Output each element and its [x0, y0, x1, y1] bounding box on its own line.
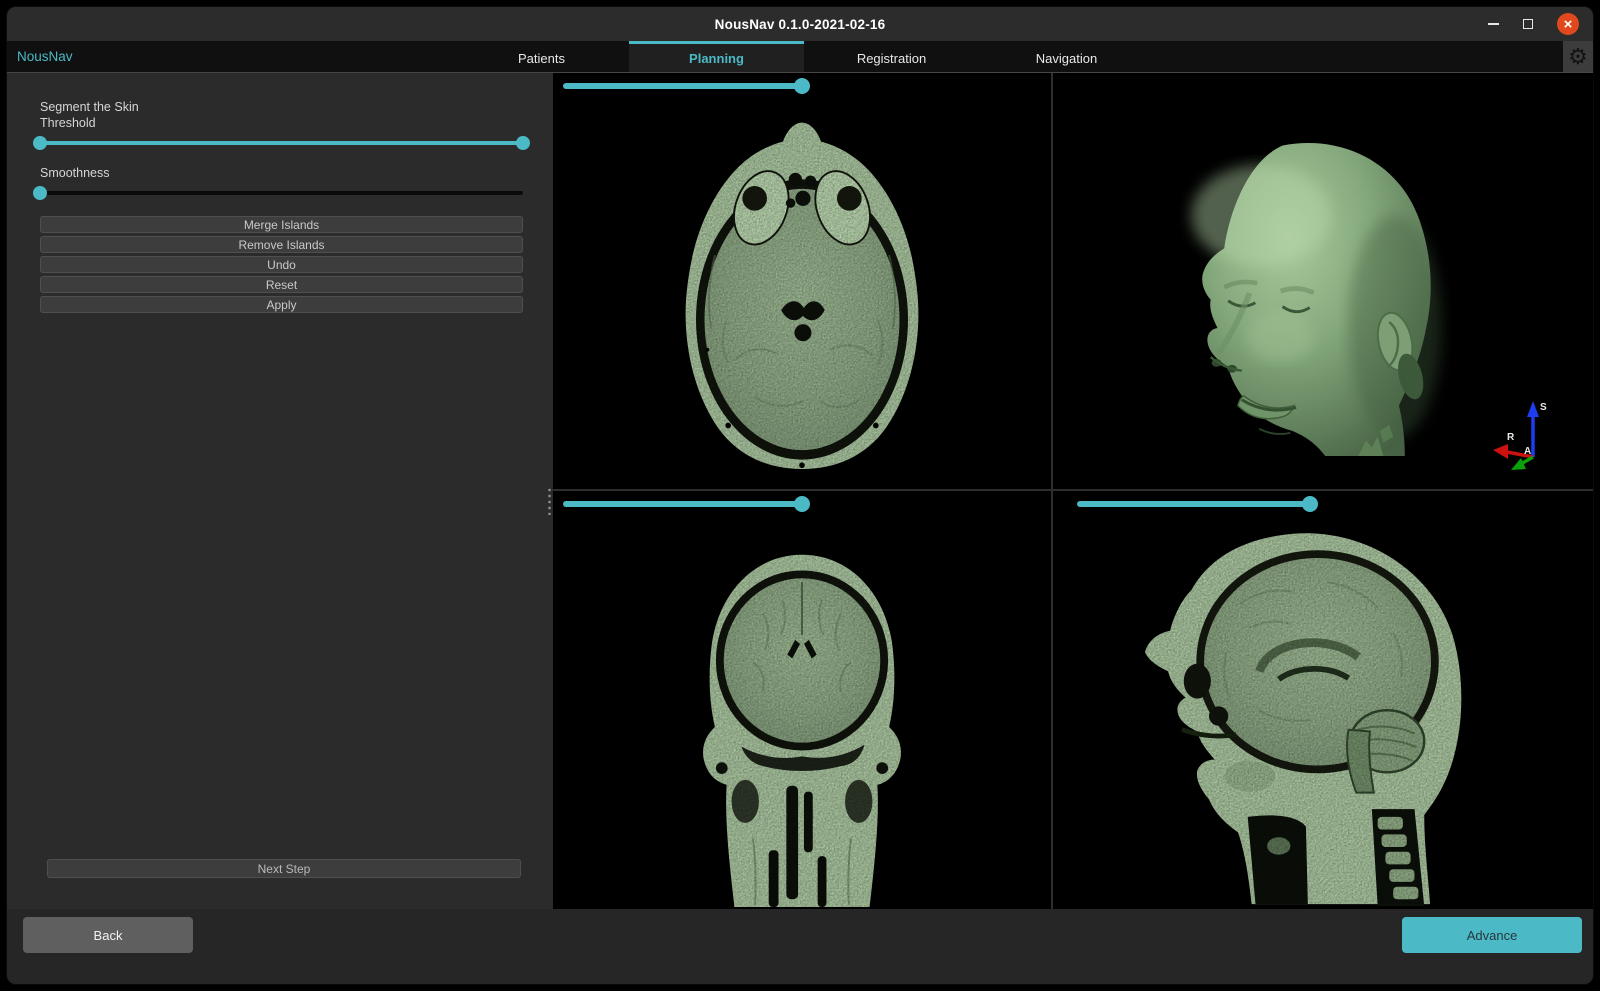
- sagittal-slice-slider[interactable]: [1077, 495, 1573, 513]
- 3d-head-render: [1135, 128, 1465, 458]
- content-area: Segment the Skin Threshold Smoothness Me…: [7, 73, 1593, 909]
- app-window: NousNav 0.1.0-2021-02-16 × NousNav Patie…: [6, 6, 1594, 985]
- back-button[interactable]: Back: [23, 917, 193, 953]
- viewport-3d[interactable]: S R A: [1053, 73, 1593, 489]
- axis-anterior-label: A: [1524, 446, 1531, 457]
- close-icon[interactable]: ×: [1557, 13, 1579, 35]
- main-tabs: Patients Planning Registration Navigatio…: [454, 41, 1154, 72]
- viewport-axial[interactable]: [553, 73, 1051, 489]
- smoothness-handle[interactable]: [33, 186, 47, 200]
- reset-button[interactable]: Reset: [40, 276, 523, 293]
- coronal-slice-image: [685, 545, 920, 909]
- maximize-icon[interactable]: [1523, 19, 1533, 29]
- next-step-button[interactable]: Next Step: [47, 859, 521, 878]
- tab-navigation[interactable]: Navigation: [979, 41, 1154, 72]
- threshold-low-handle[interactable]: [33, 136, 47, 150]
- threshold-high-handle[interactable]: [516, 136, 530, 150]
- axial-slice-slider[interactable]: [563, 77, 1041, 95]
- smoothness-slider[interactable]: [40, 186, 523, 200]
- axial-slider-fill: [563, 83, 802, 89]
- sagittal-slice-image: [1133, 526, 1473, 909]
- axis-right-arrow: [1493, 444, 1508, 459]
- axial-slider-handle[interactable]: [794, 78, 810, 94]
- axial-slice-image: [670, 113, 935, 473]
- viewport-sagittal[interactable]: [1053, 491, 1593, 909]
- threshold-track[interactable]: [42, 141, 521, 145]
- axis-superior-label: S: [1540, 402, 1547, 413]
- tab-planning[interactable]: Planning: [629, 41, 804, 72]
- axis-right-label: R: [1507, 432, 1515, 443]
- coronal-slice-slider[interactable]: [563, 495, 1041, 513]
- smoothness-track[interactable]: [40, 191, 523, 195]
- viewport-coronal[interactable]: [553, 491, 1051, 909]
- tab-patients[interactable]: Patients: [454, 41, 629, 72]
- sagittal-slider-fill: [1077, 501, 1310, 507]
- apply-button[interactable]: Apply: [40, 296, 523, 313]
- gear-icon: ⚙: [1568, 46, 1588, 68]
- footer-bar: Back Advance: [7, 909, 1593, 984]
- viewport-grid: S R A: [553, 73, 1593, 909]
- main-navbar: NousNav Patients Planning Registration N…: [7, 41, 1593, 73]
- minimize-icon[interactable]: [1488, 23, 1499, 25]
- settings-button[interactable]: ⚙: [1563, 41, 1593, 72]
- remove-islands-button[interactable]: Remove Islands: [40, 236, 523, 253]
- coronal-slider-fill: [563, 501, 802, 507]
- coronal-slider-handle[interactable]: [794, 496, 810, 512]
- app-brand: NousNav: [17, 41, 73, 72]
- undo-button[interactable]: Undo: [40, 256, 523, 273]
- threshold-label: Threshold: [40, 115, 523, 131]
- tab-registration[interactable]: Registration: [804, 41, 979, 72]
- panel-heading: Segment the Skin: [40, 99, 523, 115]
- threshold-range-slider[interactable]: [40, 136, 523, 150]
- window-title: NousNav 0.1.0-2021-02-16: [715, 17, 886, 32]
- sagittal-slider-handle[interactable]: [1302, 496, 1318, 512]
- segmentation-panel: Segment the Skin Threshold Smoothness Me…: [7, 73, 553, 909]
- merge-islands-button[interactable]: Merge Islands: [40, 216, 523, 233]
- titlebar[interactable]: NousNav 0.1.0-2021-02-16 ×: [7, 7, 1593, 41]
- splitter-grip[interactable]: [546, 487, 553, 515]
- axis-superior-arrow: [1527, 401, 1539, 417]
- panel-spacer: [40, 313, 523, 859]
- orientation-axes: S R A: [1487, 393, 1549, 473]
- advance-button[interactable]: Advance: [1402, 917, 1582, 953]
- island-tools: Merge Islands Remove Islands Undo Reset …: [40, 216, 523, 313]
- smoothness-label: Smoothness: [40, 165, 523, 181]
- window-controls: ×: [1488, 7, 1579, 41]
